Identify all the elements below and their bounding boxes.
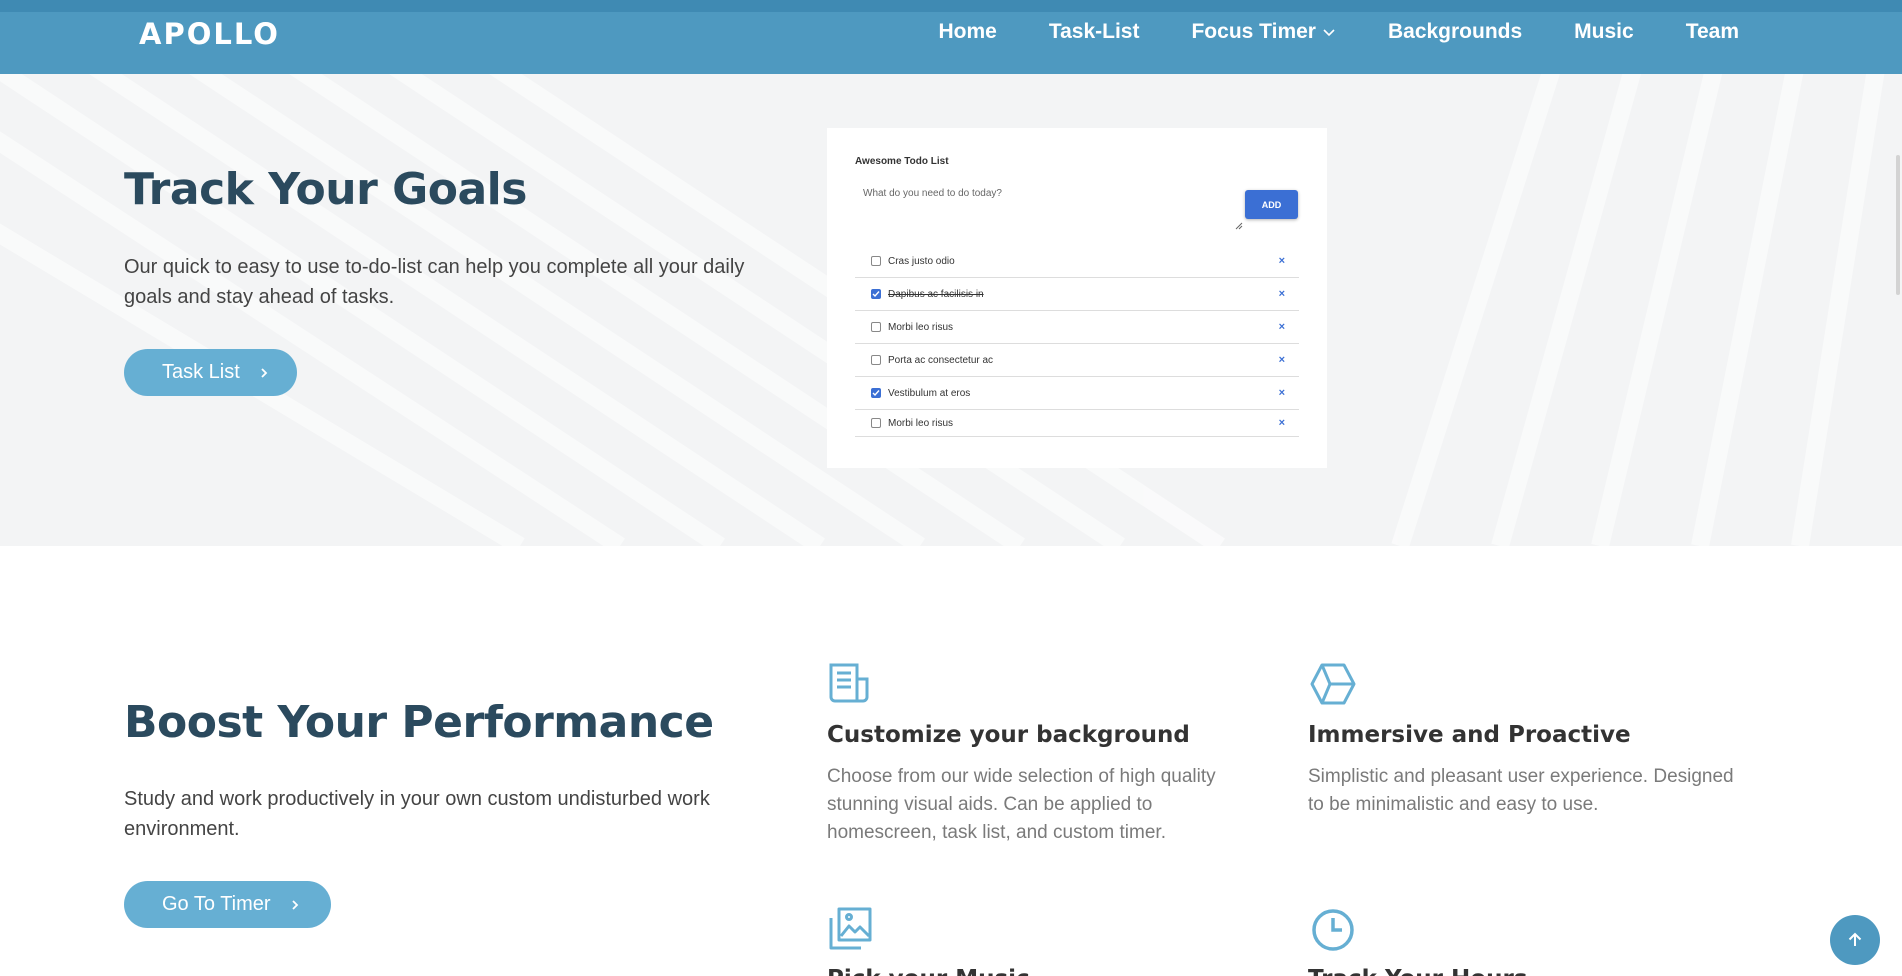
- todo-item-text: Porta ac consectetur ac: [888, 354, 994, 366]
- nav-task-list[interactable]: Task-List: [1049, 20, 1140, 44]
- feature-title: Immersive and Proactive: [1308, 722, 1631, 748]
- chevron-right-icon: [291, 899, 298, 910]
- nav-backgrounds-label: Backgrounds: [1387, 20, 1523, 43]
- nav-team[interactable]: Team: [1686, 20, 1739, 44]
- nav-backgrounds[interactable]: Backgrounds: [1388, 20, 1522, 44]
- todo-checkbox[interactable]: [871, 322, 881, 332]
- todo-item-text: Vestibulum at eros: [888, 387, 971, 399]
- todo-input[interactable]: What do you need to do today?: [855, 182, 1245, 228]
- nav-task-list-label: Task-List: [1048, 20, 1140, 43]
- delete-icon[interactable]: ×: [1279, 387, 1285, 399]
- delete-icon[interactable]: ×: [1279, 417, 1285, 429]
- todo-preview-card: Awesome Todo List What do you need to do…: [827, 128, 1327, 468]
- todo-list: Cras justo odio × Dapibus ac facilisis i…: [855, 245, 1299, 437]
- chevron-down-icon: [1323, 29, 1335, 37]
- todo-item: Morbi leo risus ×: [855, 410, 1299, 437]
- nav-team-label: Team: [1685, 20, 1739, 43]
- todo-item: Cras justo odio ×: [855, 245, 1299, 278]
- todo-checkbox[interactable]: [871, 388, 881, 398]
- todo-checkbox[interactable]: [871, 355, 881, 365]
- todo-checkbox[interactable]: [871, 256, 881, 266]
- task-list-button[interactable]: Task List: [124, 349, 297, 396]
- feature-title: Customize your background: [827, 722, 1190, 748]
- todo-item-text: Morbi leo risus: [888, 417, 954, 429]
- resize-handle-icon: [1235, 222, 1243, 230]
- todo-item-text: Morbi leo risus: [888, 321, 954, 333]
- delete-icon[interactable]: ×: [1279, 288, 1285, 300]
- todo-item: Porta ac consectetur ac ×: [855, 344, 1299, 377]
- document-icon: [829, 663, 869, 703]
- todo-card-title: Awesome Todo List: [855, 156, 949, 167]
- feature-title: Pick your Music: [827, 966, 1030, 976]
- nav-home-label: Home: [938, 20, 997, 43]
- go-to-timer-button[interactable]: Go To Timer: [124, 881, 331, 928]
- todo-checkbox[interactable]: [871, 289, 881, 299]
- check-icon: [872, 390, 880, 397]
- todo-item: Morbi leo risus ×: [855, 311, 1299, 344]
- clock-icon: [1312, 909, 1354, 951]
- arrow-up-icon: [1848, 932, 1862, 946]
- images-icon: [829, 907, 872, 950]
- feature-description: Choose from our wide selection of high q…: [827, 766, 1216, 843]
- delete-icon[interactable]: ×: [1279, 354, 1285, 366]
- scroll-to-top-button[interactable]: [1830, 915, 1880, 965]
- hero-title: Track Your Goals: [124, 164, 527, 215]
- todo-item: Dapibus ac facilisis in ×: [855, 278, 1299, 311]
- scrollbar-thumb[interactable]: [1896, 155, 1900, 295]
- main-nav: Home Task-List Focus Timer Backgrounds M…: [938, 20, 1739, 44]
- hero-section: Track Your Goals Our quick to easy to us…: [0, 74, 1902, 546]
- feature-title: Track Your Hours: [1308, 966, 1528, 976]
- delete-icon[interactable]: ×: [1279, 255, 1285, 267]
- features-description: Study and work productively in your own …: [124, 788, 710, 840]
- delete-icon[interactable]: ×: [1279, 321, 1285, 333]
- nav-music[interactable]: Music: [1574, 20, 1634, 44]
- task-list-button-label: Task List: [162, 361, 240, 383]
- todo-checkbox[interactable]: [871, 418, 881, 428]
- nav-music-label: Music: [1574, 20, 1634, 43]
- todo-item-text: Dapibus ac facilisis in: [888, 288, 984, 300]
- feature-description: Simplistic and pleasant user experience.…: [1308, 766, 1734, 815]
- nav-focus-timer[interactable]: Focus Timer: [1191, 20, 1335, 44]
- page: APOLLO Home Task-List Focus Timer Backgr…: [0, 0, 1902, 976]
- check-icon: [872, 291, 880, 298]
- todo-item-text: Cras justo odio: [888, 255, 955, 267]
- hero-description: Our quick to easy to use to-do-list can …: [124, 256, 745, 308]
- header-top-strip: [0, 0, 1902, 12]
- hexagon-icon: [1310, 663, 1356, 705]
- features-title: Boost Your Performance: [124, 697, 714, 748]
- nav-focus-timer-label: Focus Timer: [1191, 20, 1316, 43]
- header-bar: APOLLO Home Task-List Focus Timer Backgr…: [0, 0, 1902, 74]
- site-logo[interactable]: APOLLO: [139, 17, 280, 51]
- todo-item: Vestibulum at eros ×: [855, 377, 1299, 410]
- nav-home[interactable]: Home: [938, 20, 996, 44]
- go-to-timer-button-label: Go To Timer: [162, 893, 271, 915]
- add-todo-button[interactable]: ADD: [1245, 190, 1298, 219]
- chevron-right-icon: [261, 367, 268, 378]
